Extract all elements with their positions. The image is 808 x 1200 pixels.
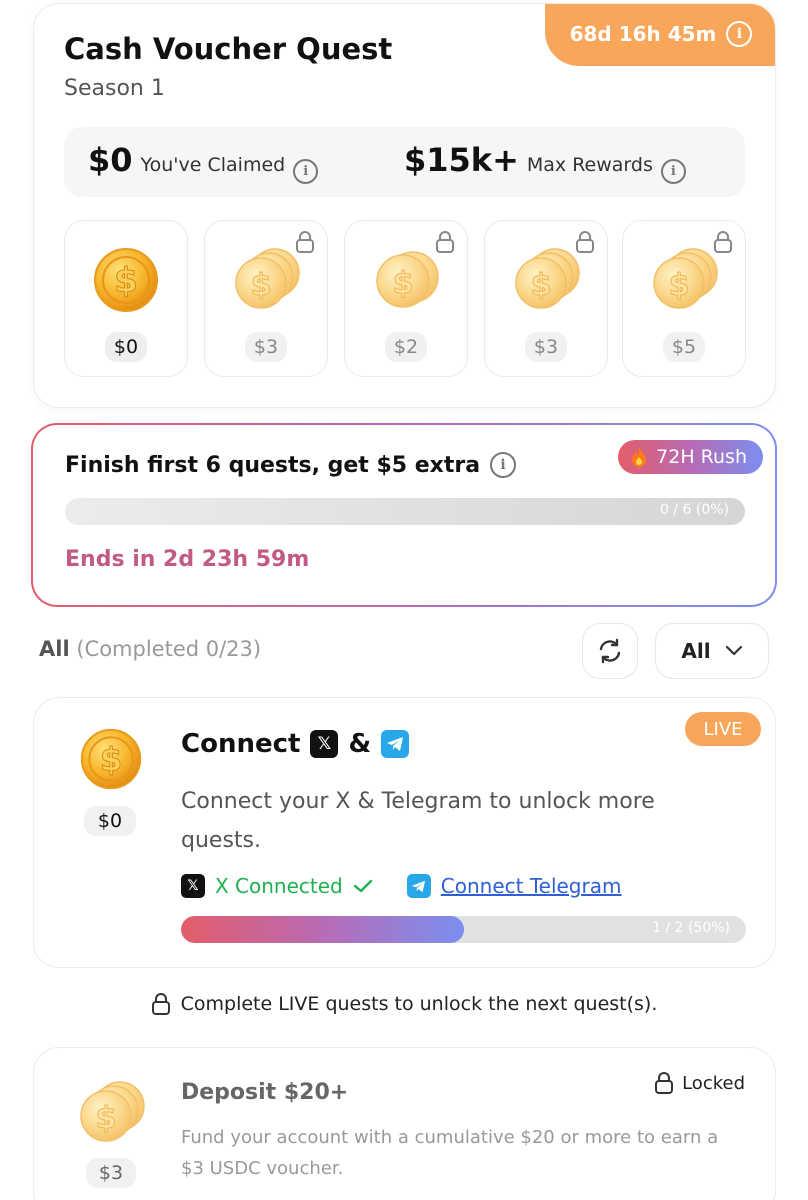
completed-count: (Completed 0/23) [76,637,262,661]
rush-info-icon[interactable]: i [490,452,517,478]
unlock-notice: Complete LIVE quests to unlock the next … [0,993,808,1015]
quest-progress-bar: 1 / 2 (50%) [181,916,746,943]
quest-card-deposit[interactable]: $ $3 Deposit $20+ Locked Fund your accou… [33,1047,776,1200]
svg-text:$: $ [669,268,690,303]
voucher-amount: $2 [385,332,427,362]
coin-icon: $ [94,248,158,312]
quest-description: Fund your account with a cumulative $20 … [181,1127,719,1179]
unlock-notice-text: Complete LIVE quests to unlock the next … [180,993,658,1015]
page-title: Cash Voucher Quest [64,32,393,66]
voucher-amount: $3 [245,332,287,362]
season-label: Season 1 [64,76,165,101]
max-rewards-value: $15k+ [404,141,519,179]
chevron-down-icon [725,645,742,656]
coin-stack-icon: $ [80,1081,145,1142]
svg-text:$: $ [96,1101,117,1136]
svg-text:$: $ [251,268,272,303]
claimed-value: $0 [88,141,133,179]
rush-title: Finish first 6 quests, get $5 extra i [65,452,517,478]
voucher-card[interactable]: $ $0 [64,220,188,377]
max-rewards-stat: $15k+ Max Rewards i [404,141,686,184]
quest-title-prefix: Connect [181,729,301,759]
voucher-amount: $3 [525,332,567,362]
refresh-icon [599,638,621,664]
quest-title: Deposit $20+ [181,1080,349,1105]
timer-text: 68d 16h 45m [569,22,717,46]
telegram-logo-icon [406,874,431,898]
max-rewards-label: Max Rewards [526,154,653,176]
voucher-card[interactable]: $ $3 [204,220,328,377]
refresh-button[interactable] [582,623,638,679]
rewards-summary: $0 You've Claimed i $15k+ Max Rewards i [64,127,745,197]
svg-text:$: $ [531,268,552,303]
quest-reward-amount: $0 [84,806,136,836]
fire-icon [632,447,647,467]
quest-reward-amount: $3 [86,1158,136,1188]
filter-dropdown-value: All [681,639,711,663]
quest-title-amp: & [348,729,372,759]
connection-status: 𝕏 X Connected Connect Telegram [181,874,621,898]
svg-text:$: $ [393,266,414,301]
svg-text:$: $ [100,740,122,778]
x-connected-text: X Connected [215,874,343,898]
live-badge: LIVE [685,712,761,746]
svg-text:$: $ [114,261,138,301]
coin-icon: $ [80,728,142,790]
voucher-card[interactable]: $ $3 [484,220,608,377]
claimed-stat: $0 You've Claimed i [88,141,319,184]
voucher-card[interactable]: $ $5 [622,220,746,377]
voucher-amount: $5 [663,332,705,362]
lock-icon [151,993,170,1015]
quest-title: Connect 𝕏 & [181,729,410,759]
coin-stack-icon: $ [376,251,439,308]
voucher-card[interactable]: $ $2 [344,220,468,377]
rush-progress-text: 0 / 6 (0%) [659,502,729,518]
quest-card-connect[interactable]: LIVE $ $0 Connect 𝕏 & Connect your X & T… [33,697,776,968]
checkmark-icon [353,879,372,893]
coin-stack-icon: $ [653,248,718,309]
season-timer: 68d 16h 45m i [545,4,775,66]
quest-progress-fill [181,916,464,943]
rush-bonus-card: Finish first 6 quests, get $5 extra i 72… [31,423,777,607]
voucher-amount: $0 [105,332,147,362]
max-rewards-info-icon[interactable]: i [660,159,686,184]
quest-header-card: 68d 16h 45m i Cash Voucher Quest Season … [33,3,776,408]
rush-badge-label: 72H Rush [656,446,747,468]
x-logo-icon: 𝕏 [310,730,339,758]
coin-stack-icon: $ [235,248,300,309]
rush-countdown: Ends in 2d 23h 59m [65,547,310,572]
locked-status: Locked [654,1072,745,1094]
filter-dropdown[interactable]: All [655,623,769,679]
telegram-logo-icon [381,730,410,758]
locked-status-text: Locked [682,1072,745,1094]
rush-title-text: Finish first 6 quests, get $5 extra [65,452,481,478]
quest-description: Connect your X & Telegram to unlock more… [181,789,655,853]
lock-icon [655,1072,674,1094]
rush-badge: 72H Rush [618,440,763,474]
rush-progress-bar: 0 / 6 (0%) [65,498,745,525]
connect-telegram-link[interactable]: Connect Telegram [441,874,622,898]
filter-current: All [39,637,70,661]
quest-filter-summary: All (Completed 0/23) [39,637,261,661]
quest-progress-text: 1 / 2 (50%) [652,920,730,936]
claimed-info-icon[interactable]: i [293,159,319,184]
x-logo-icon: 𝕏 [181,874,205,898]
info-icon[interactable]: i [726,21,753,47]
coin-stack-icon: $ [515,248,580,309]
claimed-label: You've Claimed [140,154,286,176]
